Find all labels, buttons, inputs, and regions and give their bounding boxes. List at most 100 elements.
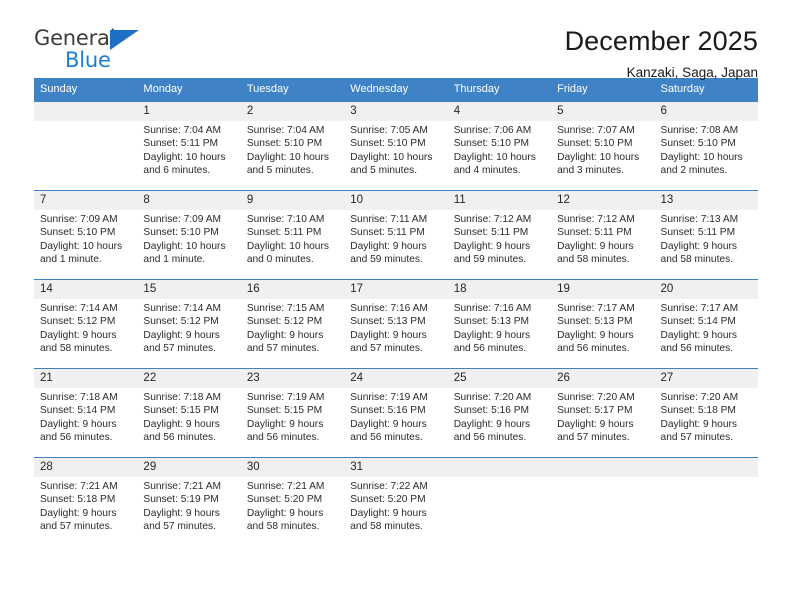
weekday-header-wednesday: Wednesday bbox=[344, 78, 448, 102]
sunrise-text: Sunrise: 7:18 AM bbox=[143, 392, 222, 403]
day-number bbox=[34, 102, 138, 121]
calendar-day-cell[interactable]: 30 Sunrise: 7:21 AM Sunset: 5:20 PM Dayligh… bbox=[240, 457, 345, 547]
daylight-text: Daylight: 9 hours and 57 minutes. bbox=[143, 507, 220, 533]
calendar-week-row: 28 Sunrise: 7:21 AM Sunset: 5:18 PM Dayligh… bbox=[34, 457, 758, 547]
calendar-day-cell-empty bbox=[551, 457, 655, 547]
generalblue-logo[interactable]: General Blue bbox=[34, 26, 156, 76]
calendar-week-row: 7 Sunrise: 7:09 AM Sunset: 5:10 PM Daylight… bbox=[34, 190, 758, 280]
sunset-text: Sunset: 5:14 PM bbox=[660, 316, 736, 328]
day-number: 8 bbox=[137, 191, 241, 210]
calendar-day-cell[interactable]: 8 Sunrise: 7:09 AM Sunset: 5:10 PM Daylight… bbox=[137, 190, 241, 280]
calendar-day-cell[interactable]: 19 Sunrise: 7:17 AM Sunset: 5:13 PM Dayligh… bbox=[551, 279, 655, 369]
sunrise-text: Sunrise: 7:21 AM bbox=[40, 481, 118, 492]
sunset-text: Sunset: 5:15 PM bbox=[143, 405, 219, 417]
calendar-day-cell[interactable]: 31 Sunrise: 7:22 AM Sunset: 5:20 PM Dayligh… bbox=[344, 457, 448, 547]
calendar-day-cell[interactable]: 2 Sunrise: 7:04 AM Sunset: 5:10 PM Daylight… bbox=[240, 101, 345, 191]
calendar-day-cell[interactable]: 1 Sunrise: 7:04 AM Sunset: 5:11 PM Daylight… bbox=[137, 101, 241, 191]
calendar-day-cell[interactable]: 3 Sunrise: 7:05 AM Sunset: 5:10 PM Daylight… bbox=[344, 101, 448, 191]
calendar-day-cell[interactable]: 10 Sunrise: 7:11 AM Sunset: 5:11 PM Dayligh… bbox=[344, 190, 448, 280]
calendar-day-cell[interactable]: 13 Sunrise: 7:13 AM Sunset: 5:11 PM Dayligh… bbox=[654, 190, 758, 280]
day-details: Sunrise: 7:18 AM Sunset: 5:15 PM Daylight:… bbox=[137, 388, 240, 445]
daylight-text: Daylight: 9 hours and 59 minutes. bbox=[453, 240, 531, 266]
daylight-text: Daylight: 9 hours and 59 minutes. bbox=[350, 240, 427, 266]
calendar-day-cell[interactable]: 17 Sunrise: 7:16 AM Sunset: 5:13 PM Dayligh… bbox=[344, 279, 448, 369]
calendar-day-cell[interactable]: 9 Sunrise: 7:10 AM Sunset: 5:11 PM Daylight… bbox=[240, 190, 345, 280]
calendar-day-cell[interactable]: 23 Sunrise: 7:19 AM Sunset: 5:15 PM Dayligh… bbox=[240, 368, 345, 458]
sunrise-text: Sunrise: 7:12 AM bbox=[557, 214, 635, 225]
calendar-day-cell[interactable]: 5 Sunrise: 7:07 AM Sunset: 5:10 PM Daylight… bbox=[551, 101, 655, 191]
calendar-day-cell[interactable]: 18 Sunrise: 7:16 AM Sunset: 5:13 PM Dayligh… bbox=[447, 279, 552, 369]
day-details: Sunrise: 7:14 AM Sunset: 5:12 PM Daylight:… bbox=[34, 299, 137, 356]
day-details: Sunrise: 7:08 AM Sunset: 5:10 PM Daylight:… bbox=[655, 121, 758, 178]
day-details: Sunrise: 7:12 AM Sunset: 5:11 PM Daylight:… bbox=[448, 210, 551, 267]
calendar-day-cell[interactable]: 4 Sunrise: 7:06 AM Sunset: 5:10 PM Daylight… bbox=[447, 101, 552, 191]
daylight-text: Daylight: 10 hours and 6 minutes. bbox=[143, 151, 226, 177]
title-block: December 2025 Kanzaki, Saga, Japan bbox=[565, 26, 758, 81]
sunrise-text: Sunrise: 7:21 AM bbox=[143, 481, 222, 492]
calendar-day-cell[interactable]: 25 Sunrise: 7:20 AM Sunset: 5:16 PM Dayligh… bbox=[447, 368, 552, 458]
calendar-day-cell[interactable]: 26 Sunrise: 7:20 AM Sunset: 5:17 PM Dayligh… bbox=[551, 368, 655, 458]
day-details: Sunrise: 7:19 AM Sunset: 5:15 PM Daylight:… bbox=[241, 388, 344, 445]
day-details: Sunrise: 7:22 AM Sunset: 5:20 PM Daylight:… bbox=[344, 477, 447, 534]
calendar-day-cell[interactable]: 11 Sunrise: 7:12 AM Sunset: 5:11 PM Dayligh… bbox=[447, 190, 552, 280]
day-number: 3 bbox=[344, 102, 448, 121]
day-details: Sunrise: 7:04 AM Sunset: 5:11 PM Daylight:… bbox=[137, 121, 240, 178]
day-number bbox=[551, 458, 655, 477]
daylight-text: Daylight: 10 hours and 5 minutes. bbox=[246, 151, 329, 177]
calendar-day-cell[interactable]: 20 Sunrise: 7:17 AM Sunset: 5:14 PM Dayligh… bbox=[654, 279, 758, 369]
sunset-text: Sunset: 5:20 PM bbox=[246, 494, 323, 506]
sunrise-text: Sunrise: 7:17 AM bbox=[660, 303, 739, 314]
weekday-header-row: Sunday Monday Tuesday Wednesday Thursday Frid… bbox=[34, 78, 758, 102]
day-number: 12 bbox=[551, 191, 655, 210]
calendar-day-cell[interactable]: 29 Sunrise: 7:21 AM Sunset: 5:19 PM Dayligh… bbox=[137, 457, 241, 547]
daylight-text: Daylight: 10 hours and 5 minutes. bbox=[350, 151, 433, 177]
calendar-day-cell[interactable]: 21 Sunrise: 7:18 AM Sunset: 5:14 PM Dayligh… bbox=[34, 368, 138, 458]
sunset-text: Sunset: 5:20 PM bbox=[350, 494, 426, 506]
day-details: Sunrise: 7:10 AM Sunset: 5:11 PM Daylight:… bbox=[241, 210, 344, 267]
daylight-text: Daylight: 9 hours and 57 minutes. bbox=[660, 418, 737, 444]
sunrise-text: Sunrise: 7:20 AM bbox=[660, 392, 739, 403]
day-number: 29 bbox=[137, 458, 241, 477]
logo-triangle-icon bbox=[110, 30, 139, 50]
daylight-text: Daylight: 9 hours and 56 minutes. bbox=[660, 329, 737, 355]
sunrise-text: Sunrise: 7:19 AM bbox=[350, 392, 428, 403]
day-details: Sunrise: 7:21 AM Sunset: 5:19 PM Daylight:… bbox=[137, 477, 240, 534]
day-number: 22 bbox=[137, 369, 241, 388]
day-number: 7 bbox=[34, 191, 138, 210]
daylight-text: Daylight: 9 hours and 58 minutes. bbox=[350, 507, 427, 533]
calendar-day-cell[interactable]: 14 Sunrise: 7:14 AM Sunset: 5:12 PM Dayligh… bbox=[34, 279, 138, 369]
day-number: 1 bbox=[137, 102, 241, 121]
logo-secondary-text: Blue bbox=[65, 48, 111, 72]
daylight-text: Daylight: 10 hours and 1 minute. bbox=[40, 240, 123, 266]
day-details: Sunrise: 7:13 AM Sunset: 5:11 PM Daylight:… bbox=[655, 210, 758, 267]
calendar-day-cell[interactable]: 6 Sunrise: 7:08 AM Sunset: 5:10 PM Daylight… bbox=[654, 101, 758, 191]
day-number: 31 bbox=[344, 458, 448, 477]
calendar-day-cell[interactable]: 22 Sunrise: 7:18 AM Sunset: 5:15 PM Dayligh… bbox=[137, 368, 241, 458]
day-details: Sunrise: 7:21 AM Sunset: 5:20 PM Daylight:… bbox=[241, 477, 344, 534]
calendar-day-cell[interactable]: 16 Sunrise: 7:15 AM Sunset: 5:12 PM Dayligh… bbox=[240, 279, 345, 369]
calendar-day-cell[interactable]: 27 Sunrise: 7:20 AM Sunset: 5:18 PM Dayligh… bbox=[654, 368, 758, 458]
day-number bbox=[447, 458, 552, 477]
calendar-day-cell[interactable]: 28 Sunrise: 7:21 AM Sunset: 5:18 PM Dayligh… bbox=[34, 457, 138, 547]
sunset-text: Sunset: 5:12 PM bbox=[40, 316, 116, 328]
sunset-text: Sunset: 5:14 PM bbox=[40, 405, 116, 417]
sunrise-text: Sunrise: 7:18 AM bbox=[40, 392, 118, 403]
sunset-text: Sunset: 5:17 PM bbox=[557, 405, 633, 417]
calendar-day-cell[interactable]: 7 Sunrise: 7:09 AM Sunset: 5:10 PM Daylight… bbox=[34, 190, 138, 280]
calendar-day-cell[interactable]: 12 Sunrise: 7:12 AM Sunset: 5:11 PM Dayligh… bbox=[551, 190, 655, 280]
calendar-day-cell-empty bbox=[447, 457, 552, 547]
sunset-text: Sunset: 5:11 PM bbox=[660, 227, 736, 239]
sunset-text: Sunset: 5:11 PM bbox=[143, 138, 218, 150]
daylight-text: Daylight: 9 hours and 58 minutes. bbox=[40, 329, 117, 355]
sunrise-text: Sunrise: 7:08 AM bbox=[660, 125, 739, 136]
calendar-day-cell[interactable]: 15 Sunrise: 7:14 AM Sunset: 5:12 PM Dayligh… bbox=[137, 279, 241, 369]
day-number: 14 bbox=[34, 280, 138, 299]
sunrise-text: Sunrise: 7:16 AM bbox=[453, 303, 532, 314]
sunrise-text: Sunrise: 7:06 AM bbox=[453, 125, 532, 136]
day-number: 25 bbox=[447, 369, 552, 388]
sunset-text: Sunset: 5:13 PM bbox=[453, 316, 530, 328]
day-details: Sunrise: 7:15 AM Sunset: 5:12 PM Daylight:… bbox=[241, 299, 344, 356]
sunset-text: Sunset: 5:11 PM bbox=[557, 227, 632, 239]
sunrise-text: Sunrise: 7:12 AM bbox=[453, 214, 532, 225]
calendar-day-cell[interactable]: 24 Sunrise: 7:19 AM Sunset: 5:16 PM Dayligh… bbox=[344, 368, 448, 458]
